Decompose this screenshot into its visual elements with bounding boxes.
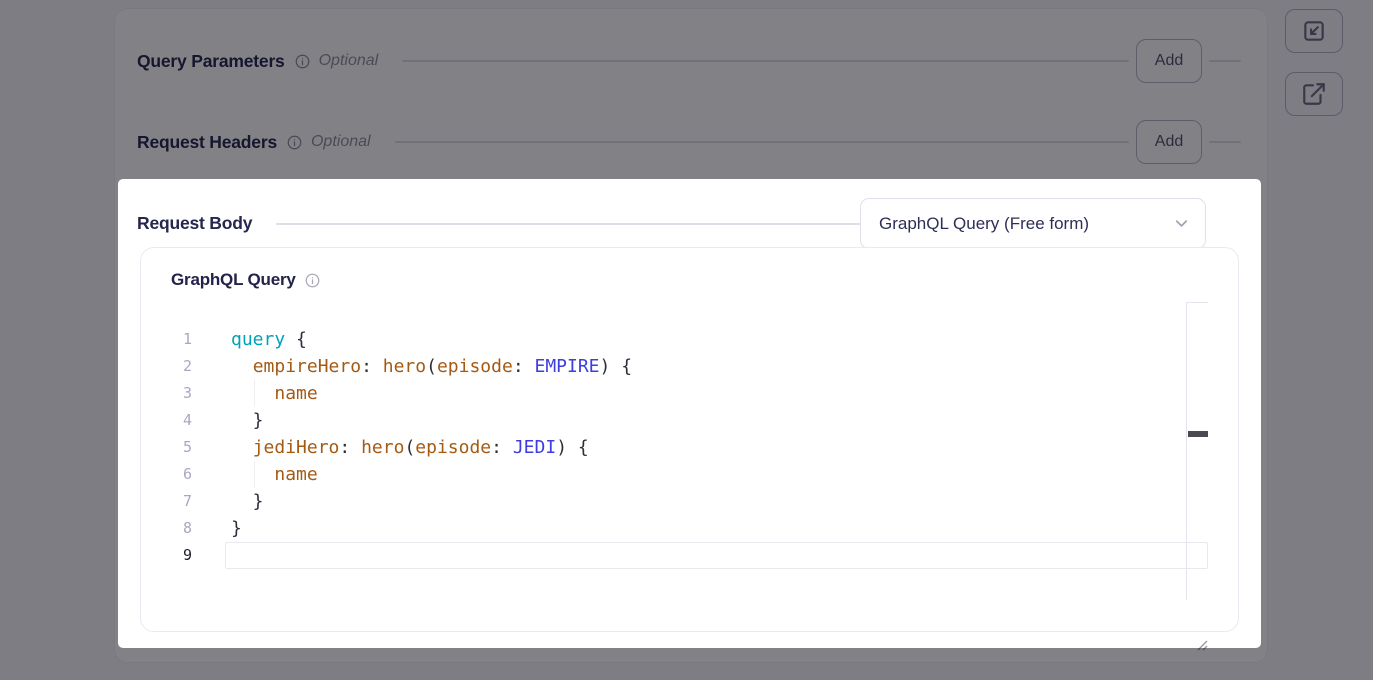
code-token: : [513, 356, 535, 377]
body-type-select[interactable]: GraphQL Query (Free form) [860, 198, 1206, 249]
resize-handle-icon[interactable] [1195, 638, 1208, 651]
line-number: 2 [141, 353, 192, 380]
external-link-icon [1301, 81, 1327, 107]
code-line-content[interactable]: empireHero: hero(episode: EMPIRE) { [225, 353, 1208, 380]
code-token: hero [361, 437, 404, 458]
line-number: 5 [141, 434, 192, 461]
code-token: ( [404, 437, 415, 458]
code-token [231, 383, 274, 404]
code-line-content[interactable]: name [225, 380, 1208, 407]
scrollbar-thumb[interactable] [1188, 431, 1208, 437]
section-request-headers: Request Headers Optional Add [137, 120, 1241, 164]
code-token [231, 437, 253, 458]
graphql-query-label-row: GraphQL Query [171, 270, 320, 290]
graphql-editor-card: GraphQL Query 1query {2 empireHero: hero… [140, 247, 1239, 632]
code-token: ) { [600, 356, 633, 377]
line-number: 3 [141, 380, 192, 407]
line-number: 6 [141, 461, 192, 488]
info-icon[interactable] [295, 54, 310, 69]
code-token: query [231, 329, 285, 350]
add-query-parameter-button[interactable]: Add [1136, 39, 1202, 83]
code-token: jediHero [253, 437, 340, 458]
divider-line [402, 60, 1129, 62]
active-code-line[interactable] [225, 542, 1208, 569]
code-token: episode [415, 437, 491, 458]
code-line[interactable]: 2 empireHero: hero(episode: EMPIRE) { [141, 353, 1208, 380]
graphql-code-editor[interactable]: 1query {2 empireHero: hero(episode: EMPI… [141, 302, 1208, 600]
code-line[interactable]: 3 name [141, 380, 1208, 407]
code-token: } [231, 410, 264, 431]
code-token: : [339, 437, 361, 458]
code-token: } [231, 491, 264, 512]
line-number: 4 [141, 407, 192, 434]
divider-line [1209, 141, 1241, 143]
section-request-body: Request Body GraphQL Query (Free form) [137, 198, 1206, 249]
code-token: EMPIRE [535, 356, 600, 377]
divider-line [395, 141, 1129, 143]
optional-label: Optional [319, 52, 379, 70]
request-form-card: Query Parameters Optional Add Request He… [114, 8, 1268, 663]
code-token: episode [437, 356, 513, 377]
arrow-into-square-icon [1301, 18, 1327, 44]
code-token: } [231, 518, 242, 539]
code-token: ( [426, 356, 437, 377]
code-token: { [285, 329, 307, 350]
collapse-editor-button[interactable] [1285, 9, 1343, 53]
code-line-content[interactable]: jediHero: hero(episode: JEDI) { [225, 434, 1208, 461]
code-token: hero [383, 356, 426, 377]
code-line[interactable]: 9 [141, 542, 1208, 569]
request-headers-title: Request Headers [137, 132, 277, 153]
code-token: ) { [556, 437, 589, 458]
optional-label: Optional [311, 133, 371, 151]
page: Query Parameters Optional Add Request He… [0, 0, 1373, 680]
code-token: JEDI [513, 437, 556, 458]
code-line[interactable]: 4 } [141, 407, 1208, 434]
code-line[interactable]: 6 name [141, 461, 1208, 488]
line-number: 9 [141, 542, 192, 569]
divider-line [276, 223, 860, 225]
section-query-parameters: Query Parameters Optional Add [137, 39, 1241, 83]
line-number: 8 [141, 515, 192, 542]
line-number: 1 [141, 326, 192, 353]
graphql-query-label: GraphQL Query [171, 270, 296, 290]
editor-scrollbar[interactable] [1186, 302, 1208, 600]
code-line[interactable]: 8} [141, 515, 1208, 542]
line-number: 7 [141, 488, 192, 515]
code-token: empireHero [253, 356, 361, 377]
query-parameters-title: Query Parameters [137, 51, 285, 72]
code-line-content[interactable]: } [225, 515, 1208, 542]
code-rows: 1query {2 empireHero: hero(episode: EMPI… [141, 326, 1208, 569]
code-token [231, 464, 274, 485]
code-token: : [361, 356, 383, 377]
body-type-select-value: GraphQL Query (Free form) [879, 214, 1172, 234]
code-line-content[interactable]: } [225, 407, 1208, 434]
chevron-down-icon [1172, 214, 1191, 233]
info-icon[interactable] [287, 135, 302, 150]
open-external-button[interactable] [1285, 72, 1343, 116]
code-line[interactable]: 1 query { [141, 326, 1208, 353]
code-line-content[interactable]: name [225, 461, 1208, 488]
info-icon[interactable] [305, 273, 320, 288]
code-line-content[interactable]: } [225, 488, 1208, 515]
code-line[interactable]: 7 } [141, 488, 1208, 515]
code-token: name [274, 464, 317, 485]
code-token [231, 356, 253, 377]
code-line[interactable]: 5 jediHero: hero(episode: JEDI) { [141, 434, 1208, 461]
code-token: : [491, 437, 513, 458]
code-line-content[interactable]: query { [225, 326, 1208, 353]
divider-line [1209, 60, 1241, 62]
request-body-title: Request Body [137, 213, 252, 234]
add-request-header-button[interactable]: Add [1136, 120, 1202, 164]
code-token: name [274, 383, 317, 404]
